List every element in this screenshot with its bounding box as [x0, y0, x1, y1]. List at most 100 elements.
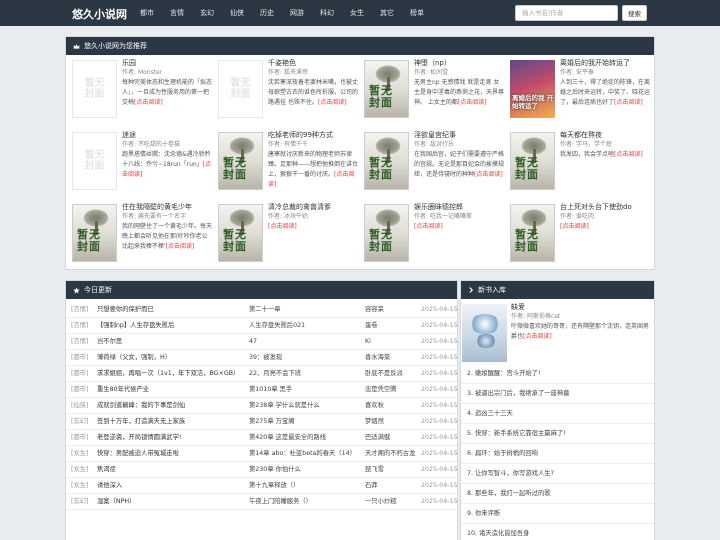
book-cover[interactable]: 暂无 封面	[72, 204, 117, 262]
row-book-name[interactable]: 老登逆袭，开局锁情圆满武学!	[97, 430, 247, 446]
nav-link-nvsheng[interactable]: 女生	[342, 0, 372, 26]
book-title[interactable]: 离婚后的我开始转运了	[560, 58, 650, 68]
read-link[interactable]: [点击阅读]	[614, 99, 643, 106]
recommend-book[interactable]: 暂无 封面 乐园 作者: Monster 每种完美体态和生理机能的「拟态人」，一…	[70, 58, 216, 130]
book-cover[interactable]: 暂无 封面	[218, 60, 263, 118]
list-item[interactable]: 8. 那些年，我打一起听过的歌	[461, 484, 654, 504]
row-category[interactable]: [女生]	[71, 462, 97, 478]
nav-link-yanqing[interactable]: 言情	[162, 0, 192, 26]
nav-link-bangdan[interactable]: 榜单	[402, 0, 432, 26]
row-book-name[interactable]: 诱他深入	[97, 478, 247, 494]
row-category[interactable]: [言情]	[71, 334, 97, 350]
row-chapter[interactable]: 第14章 abo：杜蓝beta的春天（14）	[249, 446, 363, 462]
read-link[interactable]: [点击阅读]	[474, 171, 503, 178]
recommend-book[interactable]: 暂无 封面 神堕（np） 作者: 松间雪 无男主np 无感情戏 就是走肾 女主是…	[362, 58, 508, 130]
nav-link-qita[interactable]: 其它	[372, 0, 402, 26]
recommend-book[interactable]: 暂无 封面 淫欲皇宫纪事 作者: 敌对行乐 在我国后宫，妃子们需要遵守严格的宫规…	[362, 130, 508, 202]
book-title[interactable]: 住在我隔壁的黄毛少年	[122, 202, 212, 212]
recommend-book[interactable]: 暂无 封面 吃掉老师的99种方式 作者: 有情千千 唐寒就讨厌新来的物理老师苏律…	[216, 130, 362, 202]
row-category[interactable]: [玄幻]	[71, 494, 97, 510]
row-category[interactable]: [都市]	[71, 430, 97, 446]
row-chapter[interactable]: 第420章 这是最安全的路线	[249, 430, 363, 446]
read-link[interactable]: [点击阅读]	[166, 243, 195, 250]
search-button[interactable]: 搜索	[622, 5, 647, 21]
book-cover[interactable]: 暂无 封面	[510, 132, 555, 190]
recommend-book[interactable]: 暂无 封面 迷途 作者: 不吃甜的十卷猫 跑黑塔情丝赐：沈念德&遇冷骄矜十八线：…	[70, 130, 216, 202]
row-category[interactable]: [女生]	[71, 478, 97, 494]
read-link[interactable]: [点击阅读]	[268, 223, 297, 230]
nav-link-dushi[interactable]: 都市	[132, 0, 162, 26]
list-item[interactable]: 4. 追凶三十三天	[461, 404, 654, 424]
recommend-book[interactable]: 暂无 封面 住在我隔壁的黄毛少年 作者: 酱先要有一个名字 我的网壁住了一个黄毛…	[70, 202, 216, 274]
row-book-name[interactable]: 重生80年代侯产业	[97, 382, 247, 398]
nav-link-xuanhuan[interactable]: 玄幻	[192, 0, 222, 26]
recommend-book[interactable]: 暂无 封面 娱乐圈昧德控郎 作者: 吃我一记嘴嘴拳 [点击阅读]	[362, 202, 508, 274]
recommend-book[interactable]: 暂无 封面 清冷总裁的禽兽清爹 作者: 冰块午奶 [点击阅读]	[216, 202, 362, 274]
list-item[interactable]: 2. 嫩娘醒醒：宫斗开始了!	[461, 364, 654, 384]
row-category[interactable]: [仙侠]	[71, 398, 97, 414]
book-cover[interactable]: 暂无 封面	[72, 60, 117, 118]
row-chapter[interactable]: 人生存盘失败后021	[249, 318, 363, 334]
row-chapter[interactable]: 第230章 你怕什么	[249, 462, 363, 478]
nav-link-wangyou[interactable]: 网游	[282, 0, 312, 26]
book-title[interactable]: 淫欲皇宫纪事	[414, 130, 504, 140]
read-link[interactable]: [点击阅读]	[458, 99, 487, 106]
book-cover[interactable]: 离婚后的我 开始转运了	[510, 60, 555, 118]
row-book-name[interactable]: 岂不尔思	[97, 334, 247, 350]
book-cover[interactable]: 暂无 封面	[364, 204, 409, 262]
book-cover[interactable]: 暂无 封面	[218, 204, 263, 262]
read-link[interactable]: [点击阅读]	[414, 223, 443, 230]
recommend-book[interactable]: 离婚后的我 开始转运了 离婚后的我开始转运了 作者: 安平泰 人到三十，得了绝症…	[508, 58, 654, 130]
row-book-name[interactable]: 快穿：男配被迫人带冤城走啦	[97, 446, 247, 462]
row-category[interactable]: [都市]	[71, 350, 97, 366]
row-book-name[interactable]: 签到十万年，打造满天无上家族	[97, 414, 247, 430]
site-logo[interactable]: 悠久小说网	[72, 6, 127, 22]
row-book-name[interactable]: 只想要你的保护而已	[97, 302, 247, 318]
row-chapter[interactable]: 39：被发现	[249, 350, 363, 366]
book-title[interactable]: 娱乐圈昧德控郎	[414, 202, 504, 212]
read-link[interactable]: [点击阅读]	[134, 99, 163, 106]
nav-link-kehuan[interactable]: 科幻	[312, 0, 342, 26]
list-item[interactable]: 5. 快穿：新手系统它靠宿主赢麻了!	[461, 424, 654, 444]
list-item[interactable]: 9. 你来评断	[461, 504, 654, 524]
row-chapter[interactable]: 47	[249, 334, 363, 350]
row-book-name[interactable]: 求求姐姐，再唱一次（1v1，年下双洁，BG×GB）	[97, 366, 247, 382]
row-category[interactable]: [都市]	[71, 382, 97, 398]
row-category[interactable]: [玄幻]	[71, 414, 97, 430]
row-book-name[interactable]: 薄荷绿（父女，强制，H）	[97, 350, 247, 366]
nav-link-lishi[interactable]: 历史	[252, 0, 282, 26]
book-title[interactable]: 每天都在熬夜	[560, 130, 650, 140]
book-cover[interactable]: 暂无 封面	[364, 60, 409, 118]
book-title[interactable]: 乐园	[122, 58, 212, 68]
book-title[interactable]: 清冷总裁的禽兽清爹	[268, 202, 358, 212]
row-book-name[interactable]: 湿案（NPH）	[97, 494, 247, 510]
row-category[interactable]: [都市]	[71, 366, 97, 382]
book-cover[interactable]: 暂无 封面	[72, 132, 117, 190]
row-category[interactable]: [言情]	[71, 318, 97, 334]
book-title[interactable]: 千姿艳色	[268, 58, 358, 68]
recommend-book[interactable]: 暂无 封面 千姿艳色 作者: 狐天溪帝 沈若寒深夜着老婆林米嘴，也被丈母娘塑古衣…	[216, 58, 362, 130]
read-link[interactable]: [点击阅读]	[318, 99, 347, 106]
book-cover[interactable]: 暂无 封面	[364, 132, 409, 190]
row-book-name[interactable]: 成就剑道巅峰：我的下事是剑仙	[97, 398, 247, 414]
list-item[interactable]: 7. 让你写智斗，你写游戏人生?	[461, 464, 654, 484]
read-link[interactable]: [点击阅读]	[614, 151, 643, 158]
row-chapter[interactable]: 第1010章 黑手	[249, 382, 363, 398]
row-chapter[interactable]: 22、月亮不会下班	[249, 366, 363, 382]
read-link[interactable]: [点击阅读]	[523, 333, 552, 340]
read-link[interactable]: [点击阅读]	[560, 223, 589, 230]
book-title[interactable]: 吃掉老师的99种方式	[268, 130, 358, 140]
search-input[interactable]	[515, 5, 618, 21]
recommend-book[interactable]: 暂无 封面 每天都在熬夜 作者: 学马，学个屁 我发四，我会学点啥[点击阅读]	[508, 130, 654, 202]
featured-new-book[interactable]: 缺爱 作者: 阿斯伯格cat 叶微微喜欢她的哥哥，还有隔壁那个沈钥，连英国男爵也…	[461, 302, 654, 364]
list-item[interactable]: 10. 诸天造化皆加吾身	[461, 524, 654, 540]
book-cover[interactable]	[462, 304, 507, 362]
book-title[interactable]: 缺爱	[511, 302, 651, 312]
row-chapter[interactable]: 第238章 学什么就是什么	[249, 398, 363, 414]
row-book-name[interactable]: 【强制np】人生存盘失败后	[97, 318, 247, 334]
row-chapter[interactable]: 第十九章释放（）	[249, 478, 363, 494]
row-chapter[interactable]: 第二十一章	[249, 302, 363, 318]
nav-link-xianxia[interactable]: 仙侠	[222, 0, 252, 26]
book-title[interactable]: 神堕（np）	[414, 58, 504, 68]
row-category[interactable]: [女生]	[71, 446, 97, 462]
